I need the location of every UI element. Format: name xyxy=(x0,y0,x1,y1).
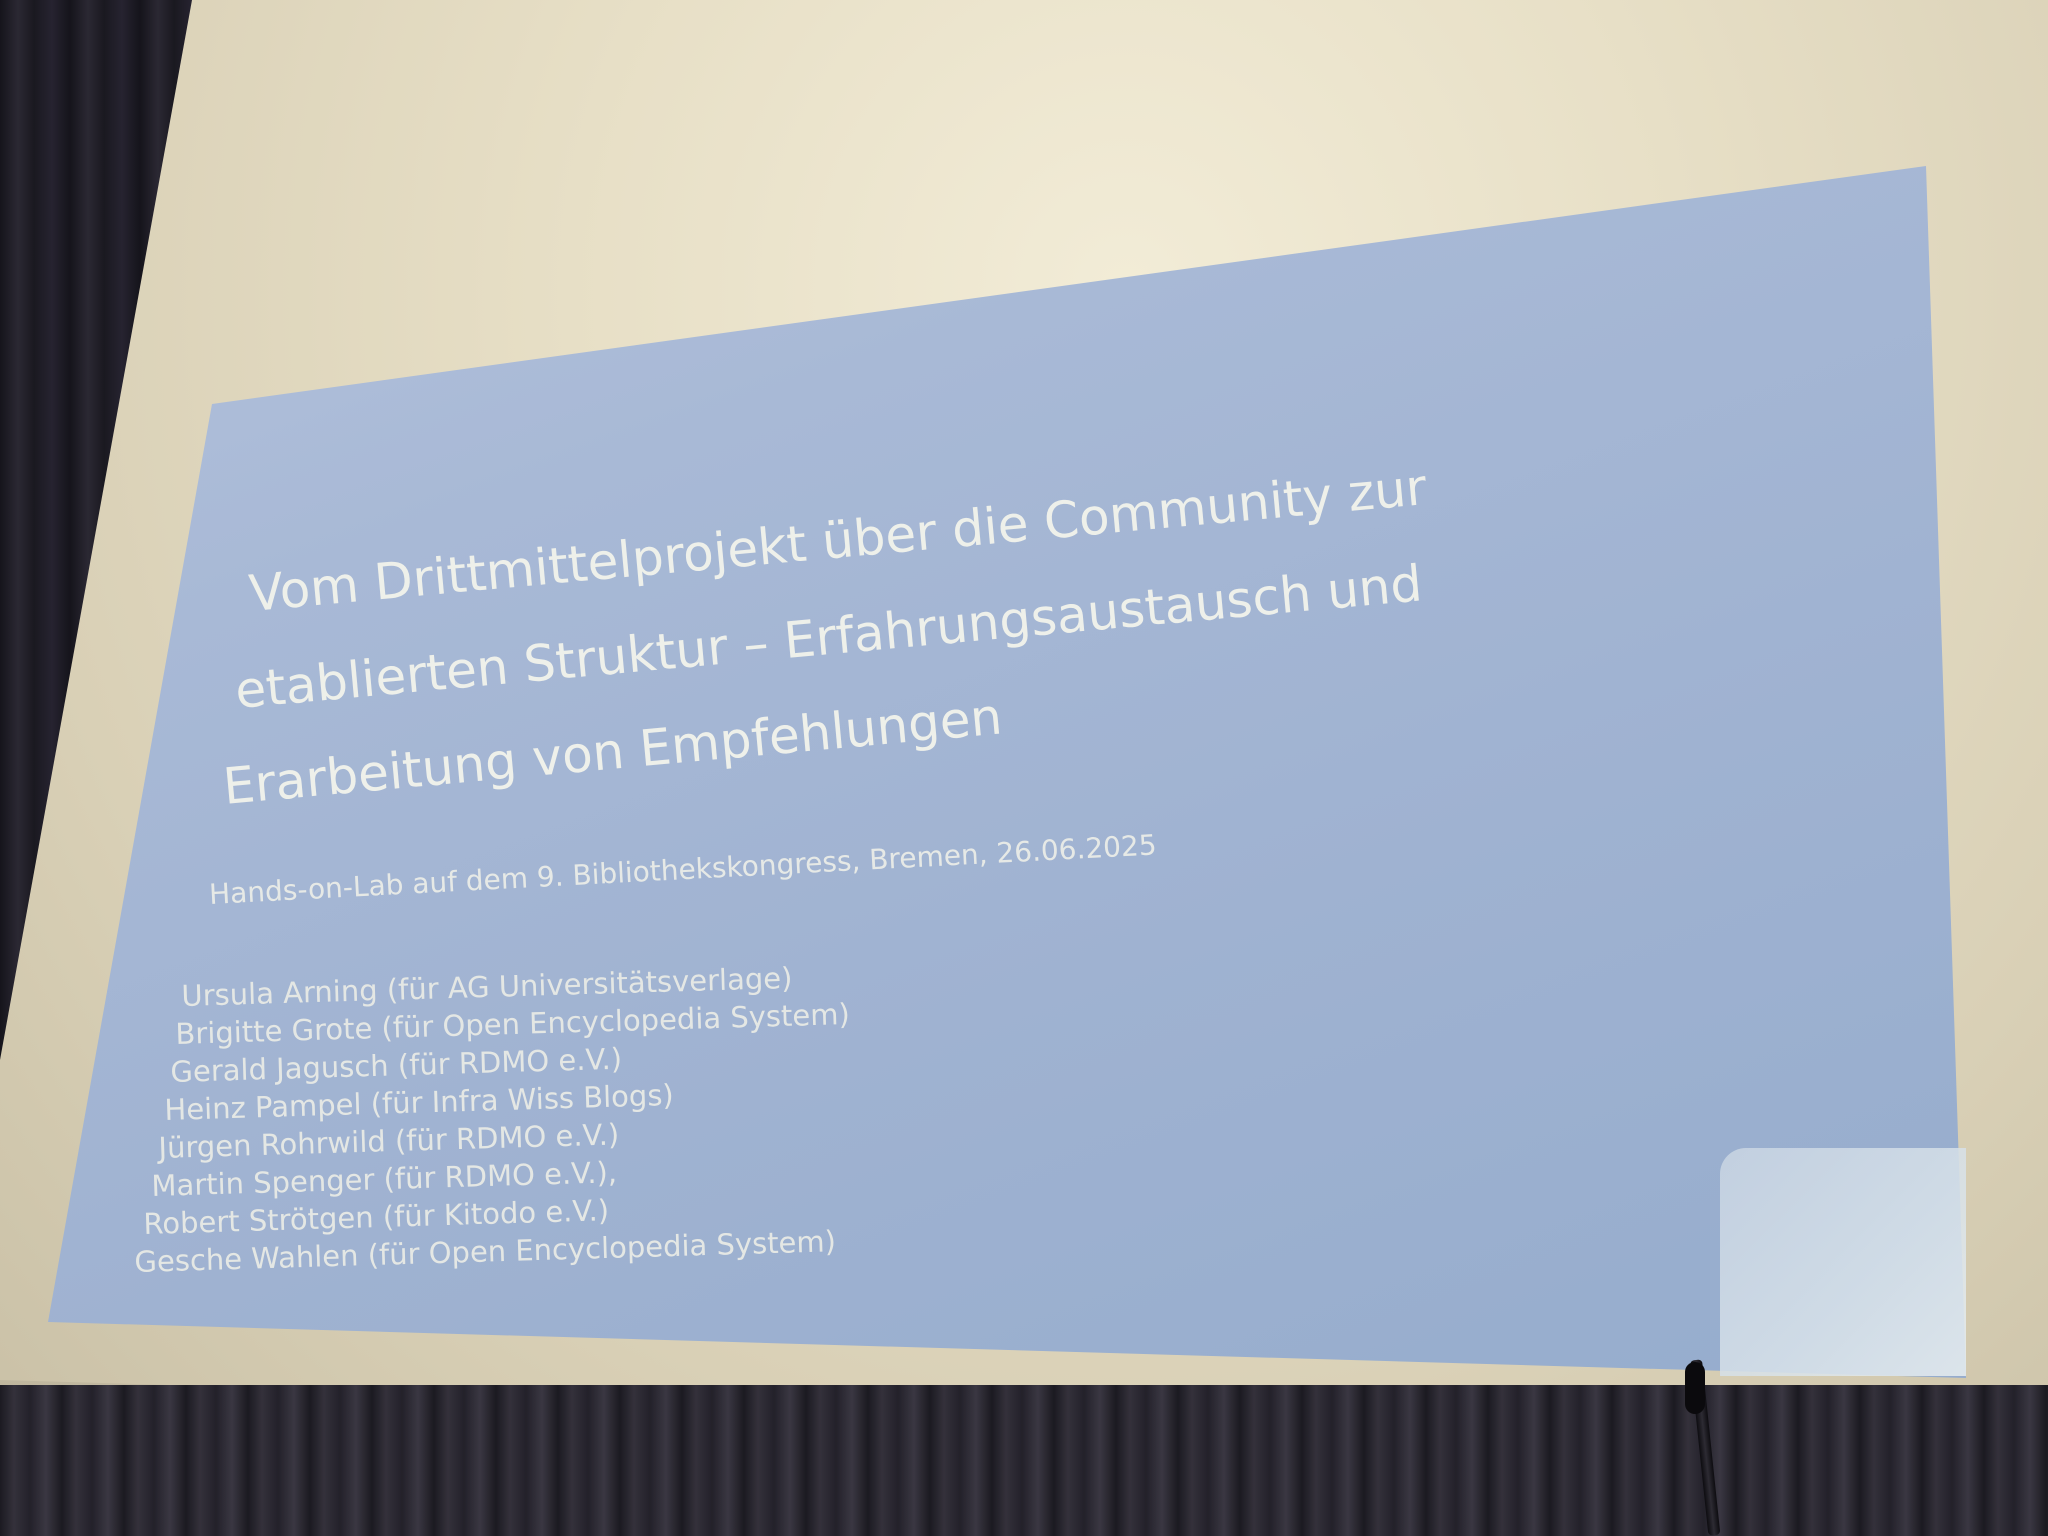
slide-glare xyxy=(1720,1148,1966,1376)
photo-scene: Vom Drittmittelprojekt über die Communit… xyxy=(0,0,2048,1536)
curtain-bottom xyxy=(0,1385,2048,1536)
microphone-icon xyxy=(1685,1362,1705,1414)
